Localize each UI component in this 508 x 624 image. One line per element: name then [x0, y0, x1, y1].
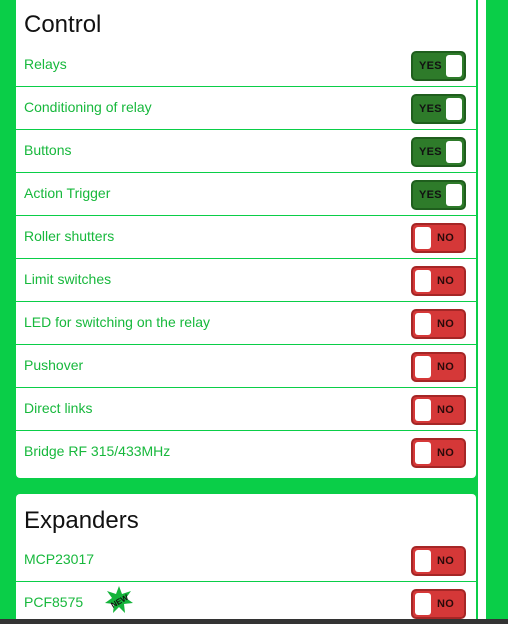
row-label: Action Trigger — [24, 185, 111, 201]
toggle-state: YES — [419, 60, 442, 72]
control-row-relays: Relays YES — [16, 44, 476, 87]
toggle-state: NO — [437, 318, 455, 330]
row-label: Limit switches — [24, 271, 112, 287]
control-row-direct-links: Direct links NO — [16, 388, 476, 431]
pushover-toggle[interactable]: NO — [411, 352, 466, 382]
toggle-knob — [446, 184, 462, 206]
toggle-state: NO — [437, 555, 455, 567]
new-starburst-icon: NEW — [105, 586, 133, 613]
page-side-rail — [478, 0, 486, 624]
row-label: PCF8575 — [24, 594, 84, 610]
toggle-knob — [415, 442, 431, 464]
toggle-knob — [415, 227, 431, 249]
row-label: Bridge RF 315/433MHz — [24, 443, 171, 459]
expanders-card: Expanders MCP23017 NO PCF8575 NEW NO — [16, 494, 476, 624]
expander-row-mcp23017: MCP23017 NO — [16, 539, 476, 582]
toggle-knob — [415, 356, 431, 378]
toggle-state: NO — [437, 232, 455, 244]
toggle-knob — [415, 313, 431, 335]
buttons-toggle[interactable]: YES — [411, 137, 466, 167]
toggle-knob — [415, 399, 431, 421]
toggle-state: YES — [419, 103, 442, 115]
control-row-buttons: Buttons YES — [16, 130, 476, 173]
toggle-knob — [446, 141, 462, 163]
row-label: Direct links — [24, 400, 93, 416]
direct-links-toggle[interactable]: NO — [411, 395, 466, 425]
row-label: Conditioning of relay — [24, 99, 152, 115]
toggle-knob — [446, 98, 462, 120]
roller-shutters-toggle[interactable]: NO — [411, 223, 466, 253]
pcf8575-toggle[interactable]: NO — [411, 589, 466, 619]
control-row-conditioning: Conditioning of relay YES — [16, 87, 476, 130]
toggle-state: NO — [437, 275, 455, 287]
control-title: Control — [24, 11, 102, 38]
action-trigger-toggle[interactable]: YES — [411, 180, 466, 210]
toggle-state: NO — [437, 598, 455, 610]
toggle-state: YES — [419, 189, 442, 201]
led-toggle[interactable]: NO — [411, 309, 466, 339]
row-label: LED for switching on the relay — [24, 314, 210, 330]
control-row-limit-switches: Limit switches NO — [16, 259, 476, 302]
relays-toggle[interactable]: YES — [411, 51, 466, 81]
limit-switches-toggle[interactable]: NO — [411, 266, 466, 296]
row-label: Buttons — [24, 142, 72, 158]
row-label: MCP23017 — [24, 551, 95, 567]
row-label: Pushover — [24, 357, 84, 373]
toggle-knob — [415, 270, 431, 292]
control-card: Control Relays YES Conditioning of relay… — [16, 0, 476, 478]
expander-row-pcf8575: PCF8575 NEW NO — [16, 582, 476, 624]
toggle-state: NO — [437, 404, 455, 416]
control-row-pushover: Pushover NO — [16, 345, 476, 388]
bridge-rf-toggle[interactable]: NO — [411, 438, 466, 468]
toggle-knob — [415, 550, 431, 572]
conditioning-toggle[interactable]: YES — [411, 94, 466, 124]
toggle-knob — [415, 593, 431, 615]
row-label: Roller shutters — [24, 228, 115, 244]
control-row-action-trigger: Action Trigger YES — [16, 173, 476, 216]
control-row-bridge-rf: Bridge RF 315/433MHz NO — [16, 431, 476, 474]
mcp23017-toggle[interactable]: NO — [411, 546, 466, 576]
bottom-edge-bar — [0, 619, 508, 624]
toggle-knob — [446, 55, 462, 77]
toggle-state: NO — [437, 447, 455, 459]
control-row-led: LED for switching on the relay NO — [16, 302, 476, 345]
expanders-title: Expanders — [24, 507, 139, 534]
control-row-roller-shutters: Roller shutters NO — [16, 216, 476, 259]
row-label: Relays — [24, 56, 67, 72]
toggle-state: NO — [437, 361, 455, 373]
toggle-state: YES — [419, 146, 442, 158]
